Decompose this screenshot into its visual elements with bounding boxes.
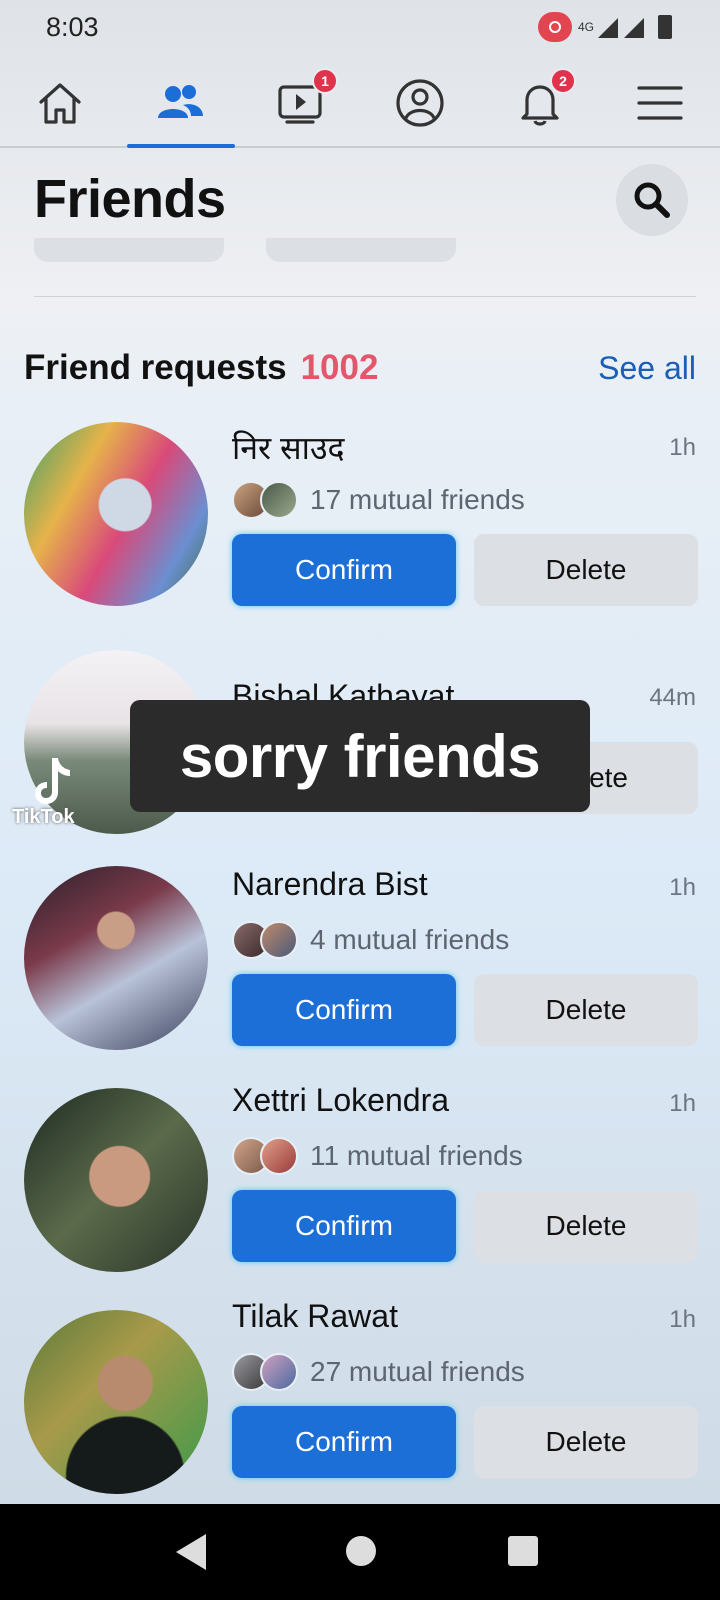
avatar[interactable] bbox=[24, 1088, 208, 1272]
mutual-friends[interactable]: 17 mutual friends bbox=[232, 480, 525, 520]
avatar[interactable] bbox=[24, 1310, 208, 1494]
mutual-friends-count: 11 mutual friends bbox=[310, 1140, 523, 1171]
tab-notifications[interactable]: 2 bbox=[480, 60, 600, 146]
status-icons: 4G bbox=[537, 12, 672, 42]
suggestions-chip[interactable] bbox=[34, 238, 224, 262]
confirm-button[interactable]: Confirm bbox=[232, 1406, 456, 1478]
request-time: 1h bbox=[669, 434, 696, 461]
page-title: Friends bbox=[34, 169, 226, 229]
menu-icon bbox=[637, 86, 683, 120]
request-time: 1h bbox=[669, 1090, 696, 1117]
avatar[interactable] bbox=[24, 422, 208, 606]
requests-heading: Friend requests 1002 bbox=[24, 348, 378, 388]
system-nav-bar bbox=[0, 1504, 720, 1600]
mutual-avatar bbox=[260, 921, 298, 959]
divider bbox=[34, 296, 696, 297]
requests-heading-label: Friend requests bbox=[24, 348, 287, 387]
friend-request-row: निर साउद 1h 17 mutual friends Confirm De… bbox=[0, 410, 720, 620]
video-caption: sorry friends bbox=[130, 700, 590, 812]
battery-icon bbox=[658, 15, 672, 39]
tab-video[interactable]: 1 bbox=[240, 60, 360, 146]
home-circle-icon[interactable] bbox=[346, 1536, 376, 1566]
mutual-friends-count: 4 mutual friends bbox=[310, 924, 510, 955]
home-icon bbox=[39, 83, 81, 124]
delete-button[interactable]: Delete bbox=[474, 1190, 698, 1262]
mutual-friends-count: 17 mutual friends bbox=[310, 484, 525, 515]
mutual-avatar bbox=[260, 1137, 298, 1175]
requester-name[interactable]: Narendra Bist bbox=[232, 866, 428, 903]
tab-profile[interactable] bbox=[360, 60, 480, 146]
friends-icon bbox=[158, 85, 203, 118]
confirm-button[interactable]: Confirm bbox=[232, 534, 456, 606]
delete-button[interactable]: Delete bbox=[474, 1406, 698, 1478]
requests-count: 1002 bbox=[300, 348, 379, 387]
friend-request-row: Xettri Lokendra 1h 11 mutual friends Con… bbox=[0, 1066, 720, 1276]
mutual-friends-count: 27 mutual friends bbox=[310, 1356, 525, 1387]
tab-menu[interactable] bbox=[600, 60, 720, 146]
video-badge: 1 bbox=[312, 68, 338, 94]
request-time: 1h bbox=[669, 1306, 696, 1333]
mutual-avatar bbox=[260, 1353, 298, 1391]
recents-icon[interactable] bbox=[508, 1536, 538, 1566]
network-label: 4G bbox=[577, 20, 594, 34]
confirm-button[interactable]: Confirm bbox=[232, 974, 456, 1046]
delete-button[interactable]: Delete bbox=[474, 974, 698, 1046]
tiktok-watermark: TikTok bbox=[12, 806, 75, 828]
tab-friends[interactable] bbox=[120, 60, 240, 146]
screen-record-icon bbox=[537, 12, 572, 42]
delete-button-label: ete bbox=[589, 762, 628, 793]
mutual-avatar bbox=[260, 481, 298, 519]
status-time: 8:03 bbox=[46, 12, 99, 42]
back-icon[interactable] bbox=[176, 1534, 206, 1570]
requester-name[interactable]: Xettri Lokendra bbox=[232, 1082, 449, 1119]
signal-icon bbox=[598, 18, 644, 38]
mutual-friends[interactable]: 11 mutual friends bbox=[232, 1136, 523, 1176]
top-nav: 1 2 bbox=[0, 60, 720, 148]
requester-name[interactable]: निर साउद bbox=[232, 426, 344, 469]
request-time: 44m bbox=[649, 684, 696, 711]
mutual-friends[interactable]: 4 mutual friends bbox=[232, 920, 509, 960]
notifications-badge: 2 bbox=[550, 68, 576, 94]
requester-name[interactable]: Tilak Rawat bbox=[232, 1298, 398, 1335]
mutual-friends[interactable]: 27 mutual friends bbox=[232, 1352, 525, 1392]
request-time: 1h bbox=[669, 874, 696, 901]
active-tab-indicator bbox=[127, 144, 235, 148]
your-friends-chip[interactable] bbox=[266, 238, 456, 262]
status-bar: 8:03 4G bbox=[0, 0, 720, 56]
friend-request-row: Narendra Bist 1h 4 mutual friends Confir… bbox=[0, 850, 720, 1060]
tab-home[interactable] bbox=[0, 60, 120, 146]
delete-button[interactable]: Delete bbox=[474, 534, 698, 606]
see-all-link[interactable]: See all bbox=[598, 350, 696, 387]
search-icon bbox=[634, 182, 670, 218]
profile-icon bbox=[396, 79, 444, 127]
search-button[interactable] bbox=[616, 164, 688, 236]
confirm-button[interactable]: Confirm bbox=[232, 1190, 456, 1262]
avatar[interactable] bbox=[24, 866, 208, 1050]
friend-request-row: Tilak Rawat 1h 27 mutual friends Confirm… bbox=[0, 1282, 720, 1494]
